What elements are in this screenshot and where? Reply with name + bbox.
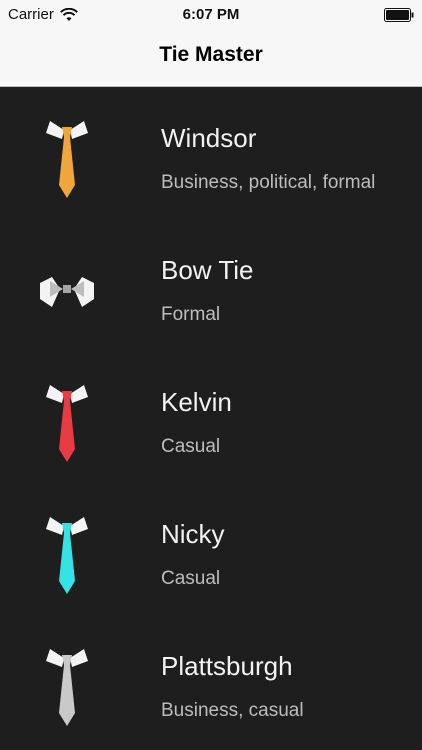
- tie-list: Windsor Business, political, formal Bow …: [0, 87, 422, 747]
- list-item-nicky[interactable]: Nicky Casual: [0, 483, 422, 615]
- kelvin-tie-icon: [46, 385, 88, 462]
- status-time: 6:07 PM: [182, 6, 240, 23]
- navigation-bar: Tie Master: [0, 30, 422, 87]
- tie-description: Business, casual: [161, 700, 304, 721]
- tie-name: Nicky: [161, 519, 225, 549]
- tie-name: Kelvin: [161, 387, 232, 417]
- nicky-tie-icon: [46, 517, 88, 594]
- list-item-kelvin[interactable]: Kelvin Casual: [0, 351, 422, 483]
- list-item-bow-tie[interactable]: Bow Tie Formal: [0, 219, 422, 351]
- list-item-plattsburgh[interactable]: Plattsburgh Business, casual: [0, 615, 422, 747]
- tie-description: Casual: [161, 568, 221, 589]
- tie-name: Windsor: [161, 123, 257, 153]
- tie-name: Bow Tie: [161, 255, 254, 285]
- status-bar: Carrier 6:07 PM: [0, 0, 422, 30]
- tie-description: Formal: [161, 304, 221, 325]
- list-item-windsor[interactable]: Windsor Business, political, formal: [0, 87, 422, 219]
- page-title: Tie Master: [159, 43, 263, 66]
- battery-icon: [384, 8, 414, 22]
- bow-tie-icon: [40, 277, 94, 307]
- tie-description: Business, political, formal: [161, 172, 376, 193]
- plattsburgh-tie-icon: [46, 649, 88, 726]
- tie-description: Casual: [161, 436, 221, 457]
- windsor-tie-icon: [46, 121, 88, 198]
- tie-name: Plattsburgh: [161, 651, 293, 681]
